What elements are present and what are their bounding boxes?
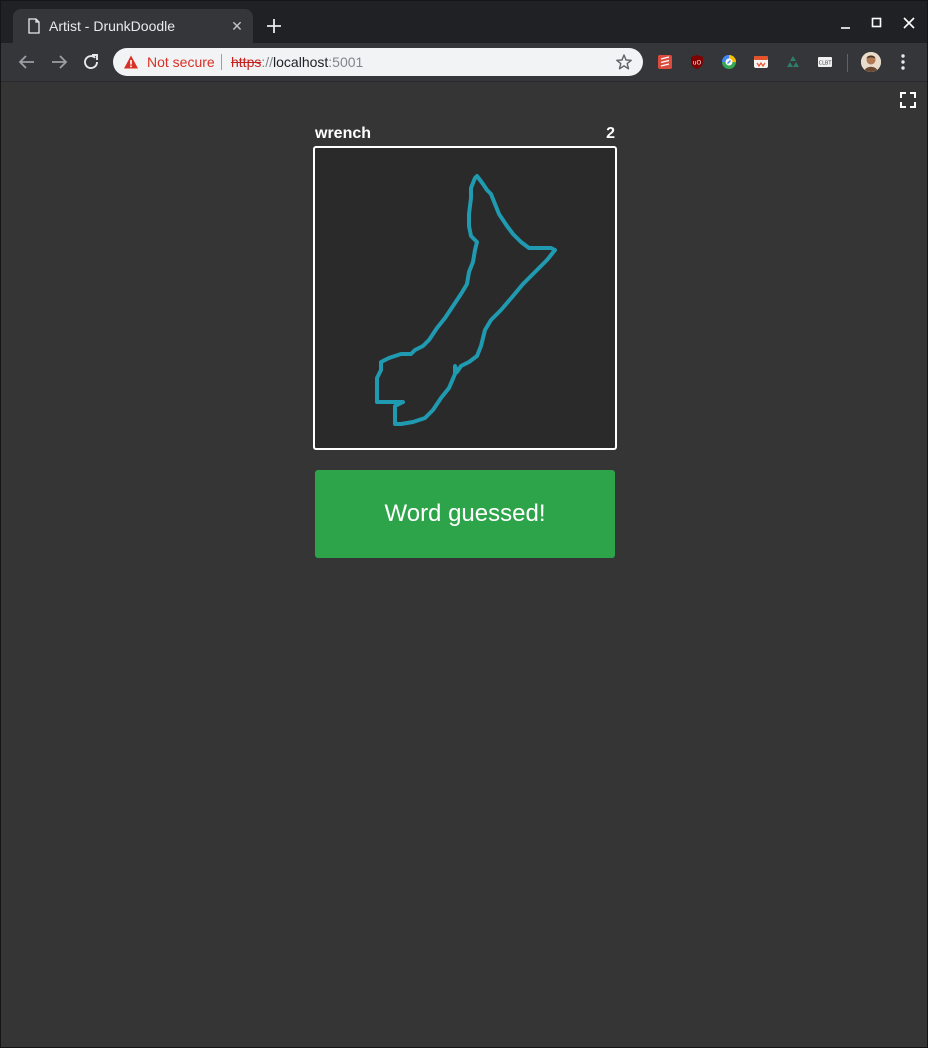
doodle-stroke (375, 174, 557, 426)
omnibox-divider (221, 54, 222, 70)
browser-window: Artist - DrunkDoodle ✕ Not secure https:… (0, 0, 928, 1048)
chrome-remote-icon[interactable] (721, 54, 737, 70)
tab-artist[interactable]: Artist - DrunkDoodle ✕ (13, 9, 253, 43)
maximize-icon[interactable] (865, 11, 889, 35)
tab-strip: Artist - DrunkDoodle ✕ (1, 1, 927, 43)
warning-icon[interactable] (123, 54, 139, 70)
url-host: localhost (273, 54, 329, 70)
page-content: wrench 2 Word guessed! (1, 82, 927, 1047)
word-guessed-button[interactable]: Word guessed! (315, 470, 615, 558)
tab-title: Artist - DrunkDoodle (49, 18, 176, 34)
reload-icon[interactable] (79, 50, 103, 74)
svg-text:CLBT: CLBT (819, 61, 833, 67)
fullscreen-icon[interactable] (899, 91, 917, 109)
bookmark-star-icon[interactable] (615, 53, 633, 71)
page-icon (28, 18, 40, 34)
recycle-icon[interactable] (785, 54, 801, 70)
wappalyzer-icon[interactable] (753, 54, 769, 70)
close-window-icon[interactable] (897, 11, 921, 35)
drawing-canvas[interactable] (313, 146, 617, 450)
profile-avatar[interactable] (861, 52, 881, 72)
security-label[interactable]: Not secure (147, 54, 215, 70)
forward-icon[interactable] (47, 50, 71, 74)
tab-close-icon[interactable]: ✕ (229, 18, 245, 34)
ublock-icon[interactable]: uO (689, 54, 705, 70)
url-scheme: https (231, 54, 262, 70)
avatar-icon (861, 52, 881, 72)
new-tab-icon[interactable] (263, 15, 285, 37)
kebab-menu-icon[interactable] (895, 52, 911, 72)
target-word: wrench (315, 125, 372, 142)
url-separator: :// (261, 54, 274, 70)
svg-text:uO: uO (693, 60, 702, 67)
url-text[interactable]: https://localhost:5001 (231, 54, 363, 70)
url-port: :5001 (328, 54, 364, 70)
minimize-icon[interactable] (833, 11, 857, 35)
address-bar[interactable]: Not secure https://localhost:5001 (113, 48, 643, 76)
todoist-icon[interactable] (657, 54, 673, 70)
toolbar-divider (847, 54, 848, 72)
back-icon[interactable] (15, 50, 39, 74)
wrench-doodle (375, 174, 557, 426)
clipboard-icon[interactable]: CLBT (817, 54, 833, 70)
score-counter: 2 (606, 125, 615, 142)
browser-toolbar: Not secure https://localhost:5001 uO CLB… (1, 43, 927, 82)
